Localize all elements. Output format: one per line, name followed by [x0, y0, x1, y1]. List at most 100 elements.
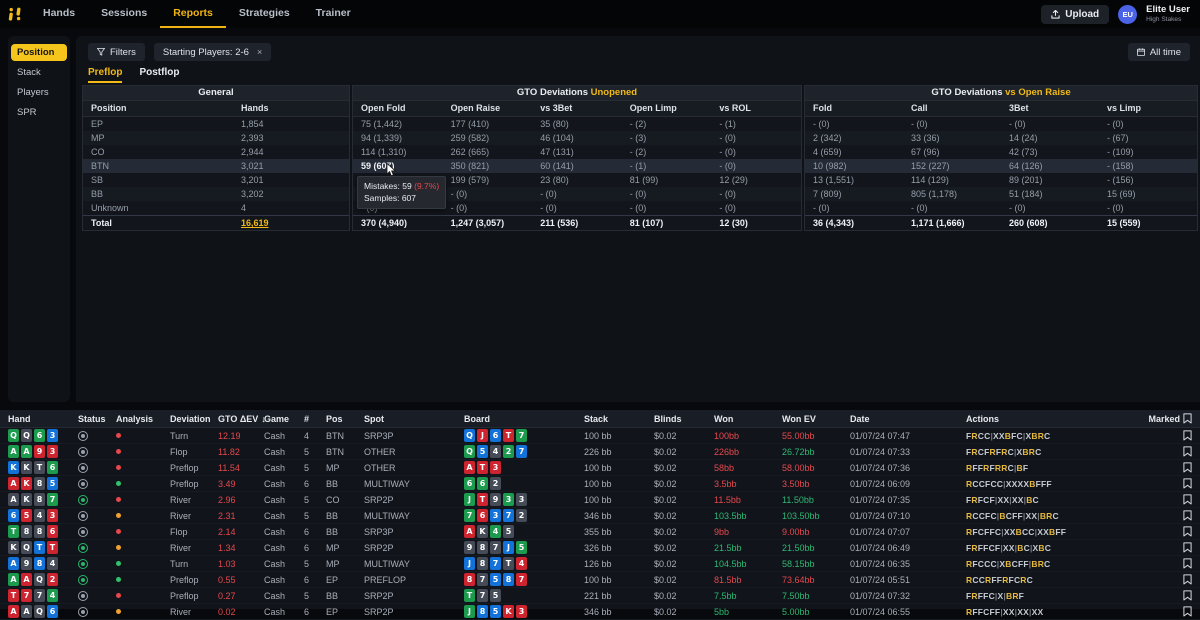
status-done-icon [78, 575, 88, 585]
sidebar-item-players[interactable]: Players [11, 84, 67, 101]
hands-column-header-board[interactable]: Board [456, 414, 576, 424]
column-header[interactable]: 3Bet [1001, 101, 1099, 116]
hands-column-header-stack[interactable]: Stack [576, 414, 646, 424]
actions-cell: RFCFFC|XXBCC|XXBFF [958, 527, 1140, 537]
hands-column-header-analysis[interactable]: Analysis [108, 414, 162, 424]
hand-row[interactable]: AAQ6River0.02Cash6EPSRP2PJ85K3346 bb$0.0… [0, 604, 1200, 620]
table-row[interactable]: Total16,619 [83, 215, 349, 230]
table-row[interactable]: 114 (1,310)262 (665)47 (131)- (2)- (0) [353, 145, 801, 159]
table-row[interactable]: BTN3,021 [83, 159, 349, 173]
hands-column-header-status[interactable]: Status [70, 414, 108, 424]
bookmark-icon[interactable] [1183, 542, 1192, 553]
table-row[interactable]: 10 (982)152 (227)64 (126)- (158) [805, 159, 1197, 173]
column-header[interactable]: Open Fold [353, 101, 443, 116]
table-row[interactable]: 75 (1,442)177 (410)35 (80)- (2)- (1) [353, 117, 801, 131]
hands-column-header-marked[interactable]: Marked [1140, 413, 1200, 424]
table-row[interactable]: BB3,202 [83, 187, 349, 201]
sidebar-item-stack[interactable]: Stack [11, 64, 67, 81]
table-row[interactable]: SB3,201 [83, 173, 349, 187]
table-row[interactable]: 4 (659)67 (96)42 (73)- (109) [805, 145, 1197, 159]
table-row[interactable]: 7 (809)805 (1,178)51 (184)15 (69) [805, 187, 1197, 201]
hand-row[interactable]: 6543River2.31Cash5BBMULTIWAY76372346 bb$… [0, 508, 1200, 524]
column-header[interactable]: Position [83, 101, 233, 116]
hand-row[interactable]: A984Turn1.03Cash5MPMULTIWAYJ87T4126 bb$0… [0, 556, 1200, 572]
bookmark-icon[interactable] [1183, 606, 1192, 617]
tab-preflop[interactable]: Preflop [88, 67, 122, 83]
nav-item-hands[interactable]: Hands [30, 0, 88, 28]
tab-postflop[interactable]: Postflop [139, 67, 179, 83]
table-row[interactable]: Unknown4 [83, 201, 349, 215]
column-header[interactable]: Call [903, 101, 1001, 116]
table-row[interactable]: - (0)- (0)- (0)- (0) [805, 117, 1197, 131]
avatar[interactable]: EU [1118, 5, 1137, 24]
bookmark-icon[interactable] [1183, 574, 1192, 585]
hands-column-header-date[interactable]: Date [842, 414, 958, 424]
column-header[interactable]: vs 3Bet [532, 101, 622, 116]
column-header[interactable]: Hands [233, 101, 349, 116]
hand-row[interactable]: AAQ2Preflop0.55Cash6EPPREFLOP87587100 bb… [0, 572, 1200, 588]
user-block[interactable]: Elite User High Stakes [1146, 5, 1190, 23]
nav-item-trainer[interactable]: Trainer [303, 0, 364, 28]
column-header[interactable]: vs ROL [711, 101, 801, 116]
hand-row[interactable]: T774Preflop0.27Cash5BBSRP2PT75221 bb$0.0… [0, 588, 1200, 604]
hand-row[interactable]: KKT6Preflop11.54Cash5MPOTHERAT3100 bb$0.… [0, 460, 1200, 476]
sidebar-item-spr[interactable]: SPR [11, 104, 67, 121]
total-hands-link[interactable]: 16,619 [241, 218, 269, 228]
bookmark-icon[interactable] [1183, 510, 1192, 521]
hand-row[interactable]: T886Flop2.14Cash6BBSRP3PAK45355 bb$0.029… [0, 524, 1200, 540]
table-row[interactable]: 36 (4,343)1,171 (1,666)260 (608)15 (559) [805, 215, 1197, 230]
bookmark-icon[interactable] [1183, 478, 1192, 489]
nav-item-reports[interactable]: Reports [160, 0, 226, 28]
upload-button[interactable]: Upload [1041, 5, 1109, 24]
bookmark-icon[interactable] [1183, 558, 1192, 569]
bookmark-icon[interactable] [1183, 494, 1192, 505]
column-header[interactable]: vs Limp [1099, 101, 1197, 116]
table-row[interactable]: CO2,944 [83, 145, 349, 159]
hand-row[interactable]: AK85Preflop3.49Cash6BBMULTIWAY662100 bb$… [0, 476, 1200, 492]
bookmark-icon[interactable] [1183, 462, 1192, 473]
hand-row[interactable]: QQ63Turn12.19Cash4BTNSRP3PQJ6T7100 bb$0.… [0, 428, 1200, 444]
hands-column-header-pos[interactable]: Pos [318, 414, 356, 424]
hand-row[interactable]: KQTTRiver1.34Cash6MPSRP2P987J5326 bb$0.0… [0, 540, 1200, 556]
table-row[interactable]: 13 (1,551)114 (129)89 (201)- (156) [805, 173, 1197, 187]
gto-ev-cell: 0.27 [210, 591, 256, 601]
sidebar-item-position[interactable]: Position [11, 44, 67, 61]
column-header[interactable]: Open Limp [622, 101, 712, 116]
chip-close-icon[interactable]: × [257, 47, 262, 57]
table-row[interactable]: - (0)- (0)- (0)- (0) [805, 201, 1197, 215]
nav-item-strategies[interactable]: Strategies [226, 0, 303, 28]
table-row[interactable]: 59 (607)350 (821)60 (141)- (1)- (0) [353, 159, 801, 173]
bookmark-icon[interactable] [1183, 590, 1192, 601]
hands-column-header-game[interactable]: Game [256, 414, 296, 424]
table-row[interactable]: MP2,393 [83, 131, 349, 145]
table-row[interactable]: 370 (4,940)1,247 (3,057)211 (536)81 (107… [353, 215, 801, 230]
hands-column-header-n[interactable]: # [296, 414, 318, 424]
bookmark-icon[interactable] [1183, 430, 1192, 441]
won-ev-cell: 21.50bb [774, 543, 842, 553]
table-row[interactable]: 2 (342)33 (36)14 (24)- (67) [805, 131, 1197, 145]
column-header[interactable]: Fold [805, 101, 903, 116]
hands-column-header-gto[interactable]: GTO ΔEV↓ [210, 414, 256, 424]
hands-column-header-actions[interactable]: Actions [958, 414, 1140, 424]
bookmark-icon[interactable] [1183, 526, 1192, 537]
players-count-cell: 6 [296, 527, 318, 537]
hands-column-header-hand[interactable]: Hand [0, 414, 70, 424]
column-header[interactable]: Open Raise [443, 101, 533, 116]
filter-chip-starting-players[interactable]: Starting Players: 2-6 × [154, 43, 271, 61]
hands-column-header-wonev[interactable]: Won EV [774, 414, 842, 424]
hands-column-header-deviation[interactable]: Deviation [162, 414, 210, 424]
filters-button[interactable]: Filters [88, 43, 145, 61]
hands-column-header-won[interactable]: Won [706, 414, 774, 424]
bookmark-icon[interactable] [1183, 446, 1192, 457]
stack-cell: 346 bb [576, 511, 646, 521]
hand-row[interactable]: AK87River2.96Cash5COSRP2PJT933100 bb$0.0… [0, 492, 1200, 508]
nav-item-sessions[interactable]: Sessions [88, 0, 160, 28]
table-row[interactable]: EP1,854 [83, 117, 349, 131]
date-range-button[interactable]: All time [1128, 43, 1190, 61]
position-cell: MP [318, 559, 356, 569]
hands-column-header-spot[interactable]: Spot [356, 414, 456, 424]
app-logo-icon[interactable] [0, 0, 30, 28]
table-row[interactable]: 94 (1,339)259 (582)46 (104)- (3)- (0) [353, 131, 801, 145]
hand-row[interactable]: AA93Flop11.82Cash5BTNOTHERQ5427226 bb$0.… [0, 444, 1200, 460]
hands-column-header-blinds[interactable]: Blinds [646, 414, 706, 424]
